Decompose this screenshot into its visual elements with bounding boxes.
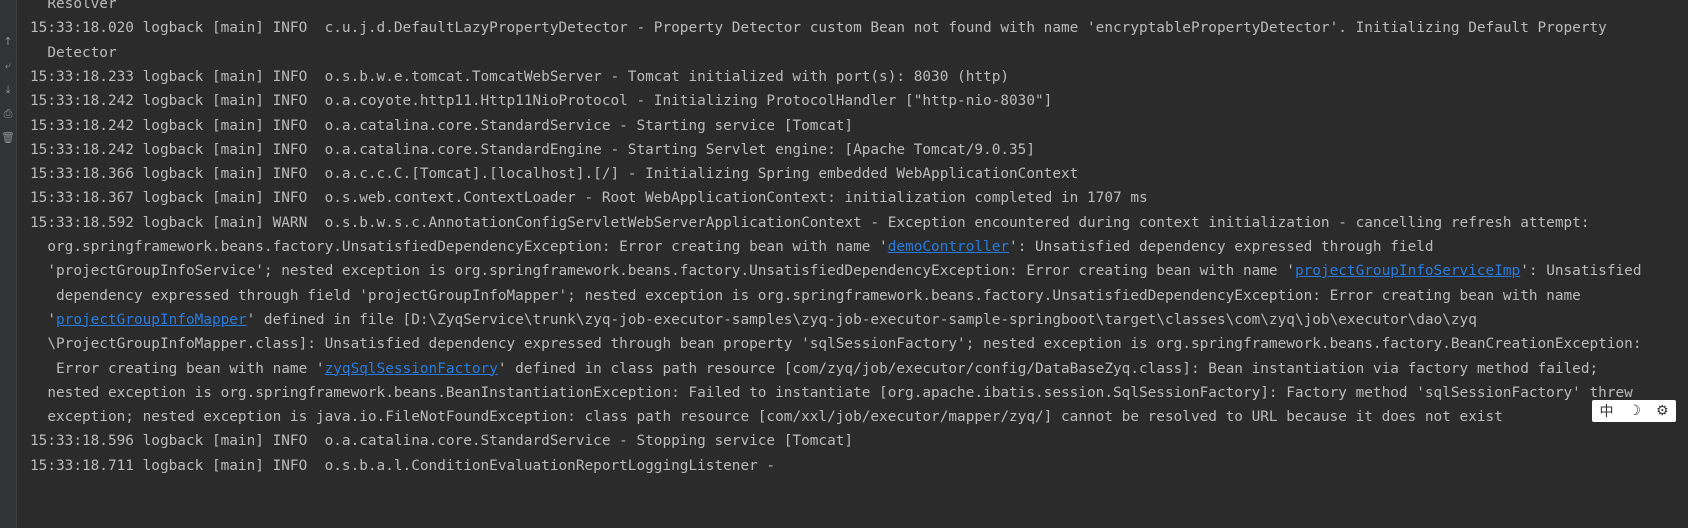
log-text: 'projectGroupInfoService'; nested except… — [30, 263, 1295, 280]
scroll-to-end-icon[interactable]: ⤓ — [1, 82, 15, 98]
bean-link[interactable]: projectGroupInfoServiceImp — [1295, 263, 1520, 279]
log-text: ': Unsatisfied dependency expressed thro… — [1009, 239, 1434, 255]
log-line: \ProjectGroupInfoMapper.class]: Unsatisf… — [30, 336, 1642, 353]
console-toolbar: ↑ ⤶ ⤓ ⎙ 🗑 — [0, 0, 17, 528]
log-line: dependency expressed through field 'proj… — [30, 287, 1581, 304]
log-line: 15:33:18.366 logback [main] INFO o.a.c.c… — [30, 166, 1079, 183]
log-line: Detector — [30, 44, 117, 61]
log-text: ' defined in file [D:\ZyqService\trunk\z… — [246, 311, 1477, 328]
log-line: 15:33:18.596 logback [main] INFO o.a.cat… — [30, 433, 854, 450]
log-line: 15:33:18.242 logback [main] INFO o.a.cat… — [30, 117, 854, 134]
log-line: 'projectGroupInfoService'; nested except… — [30, 261, 1642, 281]
log-line: 15:33:18.242 logback [main] INFO o.a.coy… — [30, 93, 1053, 110]
moon-icon[interactable]: ☽ — [1628, 403, 1641, 419]
log-line: Resolver — [30, 0, 117, 12]
print-icon[interactable]: ⎙ — [1, 106, 15, 122]
log-text: ': Unsatisfied — [1520, 263, 1642, 280]
ime-toolbar: 中 ☽ ⚙ — [1592, 400, 1676, 422]
log-line: 'projectGroupInfoMapper' defined in file… — [30, 310, 1477, 330]
clear-all-icon[interactable]: 🗑 — [1, 130, 15, 146]
log-text: ' — [30, 311, 56, 328]
bean-link[interactable]: zyqSqlSessionFactory — [325, 361, 498, 377]
log-line: 15:33:18.242 logback [main] INFO o.a.cat… — [30, 141, 1036, 158]
tools-icon[interactable]: ⚙ — [1656, 403, 1669, 419]
log-text: Error creating bean with name ' — [30, 360, 325, 377]
log-line: 15:33:18.711 logback [main] INFO o.s.b.a… — [30, 457, 776, 474]
log-line: 15:33:18.367 logback [main] INFO o.s.web… — [30, 190, 1148, 207]
log-line: 15:33:18.592 logback [main] WARN o.s.b.w… — [30, 214, 1590, 231]
bean-link[interactable]: projectGroupInfoMapper — [56, 312, 247, 328]
log-line: org.springframework.beans.factory.Unsati… — [30, 237, 1434, 257]
log-line: Error creating bean with name 'zyqSqlSes… — [30, 359, 1598, 379]
soft-wrap-icon[interactable]: ⤶ — [1, 58, 15, 74]
log-line: 15:33:18.020 logback [main] INFO c.u.j.d… — [30, 20, 1607, 37]
log-line: nested exception is org.springframework.… — [30, 384, 1633, 401]
ime-language-toggle[interactable]: 中 — [1599, 401, 1613, 421]
run-console: ↑ ⤶ ⤓ ⎙ 🗑 Resolver 15:33:18.020 logback [main… — [0, 0, 1688, 528]
log-text: org.springframework.beans.factory.Unsati… — [30, 239, 888, 255]
log-text: ' defined in class path resource [com/zy… — [497, 360, 1599, 377]
bean-link[interactable]: demoController — [888, 239, 1009, 255]
log-line: exception; nested exception is java.io.F… — [30, 409, 1503, 426]
log-line: 15:33:18.233 logback [main] INFO o.s.b.w… — [30, 68, 1010, 85]
scroll-up-icon[interactable]: ↑ — [1, 34, 15, 50]
